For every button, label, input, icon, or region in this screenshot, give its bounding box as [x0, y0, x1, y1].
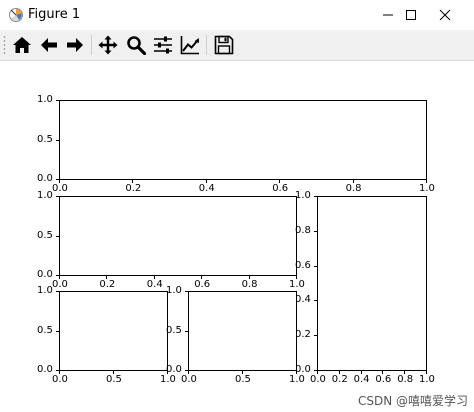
y-tick-label: 0.0	[37, 173, 53, 184]
edit-axes-icon	[180, 36, 199, 55]
watermark: CSDN @嘻嘻爱学习	[357, 394, 468, 408]
toolbar-grip-icon[interactable]	[3, 35, 6, 55]
y-tick-mark	[185, 330, 188, 332]
pan-icon	[98, 35, 118, 55]
toolbar-separator	[206, 35, 207, 55]
x-tick-label: 0.4	[198, 183, 215, 194]
y-tick-mark	[56, 291, 59, 292]
subplot-axes-4[interactable]	[59, 291, 168, 371]
zoom-icon	[127, 36, 146, 55]
y-tick-mark	[56, 275, 59, 276]
y-tick-mark	[56, 330, 59, 332]
y-tick-mark	[56, 100, 59, 101]
subplot-axes-3[interactable]	[317, 196, 427, 371]
y-tick-mark	[185, 291, 188, 292]
zoom-button[interactable]	[124, 33, 148, 57]
maximize-icon	[406, 10, 416, 20]
y-tick-label: 0.5	[37, 133, 53, 145]
x-tick-label: 0.8	[345, 183, 362, 194]
y-tick-label: 1.0	[295, 190, 311, 201]
x-tick-label: 0.5	[106, 374, 122, 385]
y-tick-label: 0.5	[37, 324, 53, 336]
subplot-axes-2[interactable]	[59, 196, 297, 276]
forward-button[interactable]	[63, 33, 87, 57]
close-button[interactable]	[427, 0, 463, 30]
x-tick-label: 0.0	[52, 374, 68, 385]
x-tick-label: 0.8	[241, 279, 258, 290]
y-tick-label: 0.4	[295, 294, 311, 306]
y-tick-label: 0.0	[166, 364, 182, 375]
x-tick-label: 0.0	[181, 374, 197, 385]
y-tick-mark	[56, 139, 59, 141]
subplot-axes-5[interactable]	[188, 291, 297, 371]
x-tick-label: 1.0	[419, 183, 435, 194]
x-tick-label: 0.5	[235, 374, 251, 385]
maximize-button[interactable]	[393, 0, 429, 30]
x-tick-label: 0.4	[146, 279, 163, 290]
y-tick-label: 0.8	[295, 224, 311, 236]
x-tick-label: 1.0	[160, 374, 176, 385]
x-tick-label: 0.2	[331, 374, 348, 385]
y-tick-label: 1.0	[166, 285, 182, 296]
pan-button[interactable]	[96, 33, 120, 57]
y-tick-mark	[56, 196, 59, 197]
x-tick-label: 0.0	[52, 279, 68, 290]
x-tick-label: 0.6	[194, 279, 211, 290]
y-tick-mark	[185, 370, 188, 371]
navigation-toolbar	[0, 30, 474, 61]
y-tick-mark	[314, 196, 317, 197]
back-button[interactable]	[37, 33, 61, 57]
x-tick-label: 0.2	[99, 279, 116, 290]
back-arrow-icon	[41, 38, 57, 52]
y-tick-label: 1.0	[37, 94, 53, 105]
x-tick-label: 0.6	[272, 183, 289, 194]
window-title: Figure 1	[28, 7, 81, 22]
y-tick-label: 1.0	[37, 190, 53, 201]
configure-subplots-button[interactable]	[151, 33, 175, 57]
y-tick-label: 0.5	[37, 229, 53, 241]
home-icon	[13, 37, 31, 53]
configure-subplots-icon	[154, 36, 172, 54]
y-tick-mark	[314, 370, 317, 371]
x-tick-label: 0.0	[310, 374, 326, 385]
y-tick-mark	[314, 300, 317, 302]
save-button[interactable]	[212, 33, 236, 57]
y-tick-label: 1.0	[37, 285, 53, 296]
y-tick-label: 0.6	[295, 259, 311, 271]
home-button[interactable]	[10, 33, 34, 57]
y-tick-mark	[56, 370, 59, 371]
y-tick-mark	[314, 265, 317, 267]
figure-canvas[interactable]: 0.0 0.2 0.4 0.6 0.8 1.0 0.0 0.5 1.0 0.0 0.2 0.4 0.6 0…	[0, 61, 474, 412]
x-tick-label: 1.0	[289, 279, 305, 290]
y-tick-label: 0.0	[37, 269, 53, 280]
toolbar-separator	[91, 35, 92, 55]
subplot-axes-1[interactable]	[59, 100, 427, 180]
y-tick-mark	[314, 335, 317, 337]
y-tick-mark	[56, 235, 59, 237]
x-tick-label: 0.2	[125, 183, 142, 194]
x-tick-label: 1.0	[289, 374, 305, 385]
x-tick-label: 0.4	[353, 374, 370, 385]
edit-axes-button[interactable]	[178, 33, 202, 57]
forward-arrow-icon	[67, 38, 83, 52]
y-tick-mark	[314, 230, 317, 232]
y-tick-label: 0.0	[37, 364, 53, 375]
y-tick-label: 0.2	[295, 329, 311, 341]
x-tick-label: 0.8	[397, 374, 414, 385]
title-bar: Figure 1	[0, 0, 474, 30]
x-tick-label: 1.0	[419, 374, 435, 385]
save-icon	[214, 35, 234, 55]
y-tick-mark	[56, 179, 59, 180]
close-icon	[439, 9, 451, 21]
figure-app-icon	[8, 7, 24, 23]
y-tick-label: 0.5	[166, 324, 182, 336]
x-tick-label: 0.0	[52, 183, 68, 194]
x-tick-label: 0.6	[375, 374, 392, 385]
